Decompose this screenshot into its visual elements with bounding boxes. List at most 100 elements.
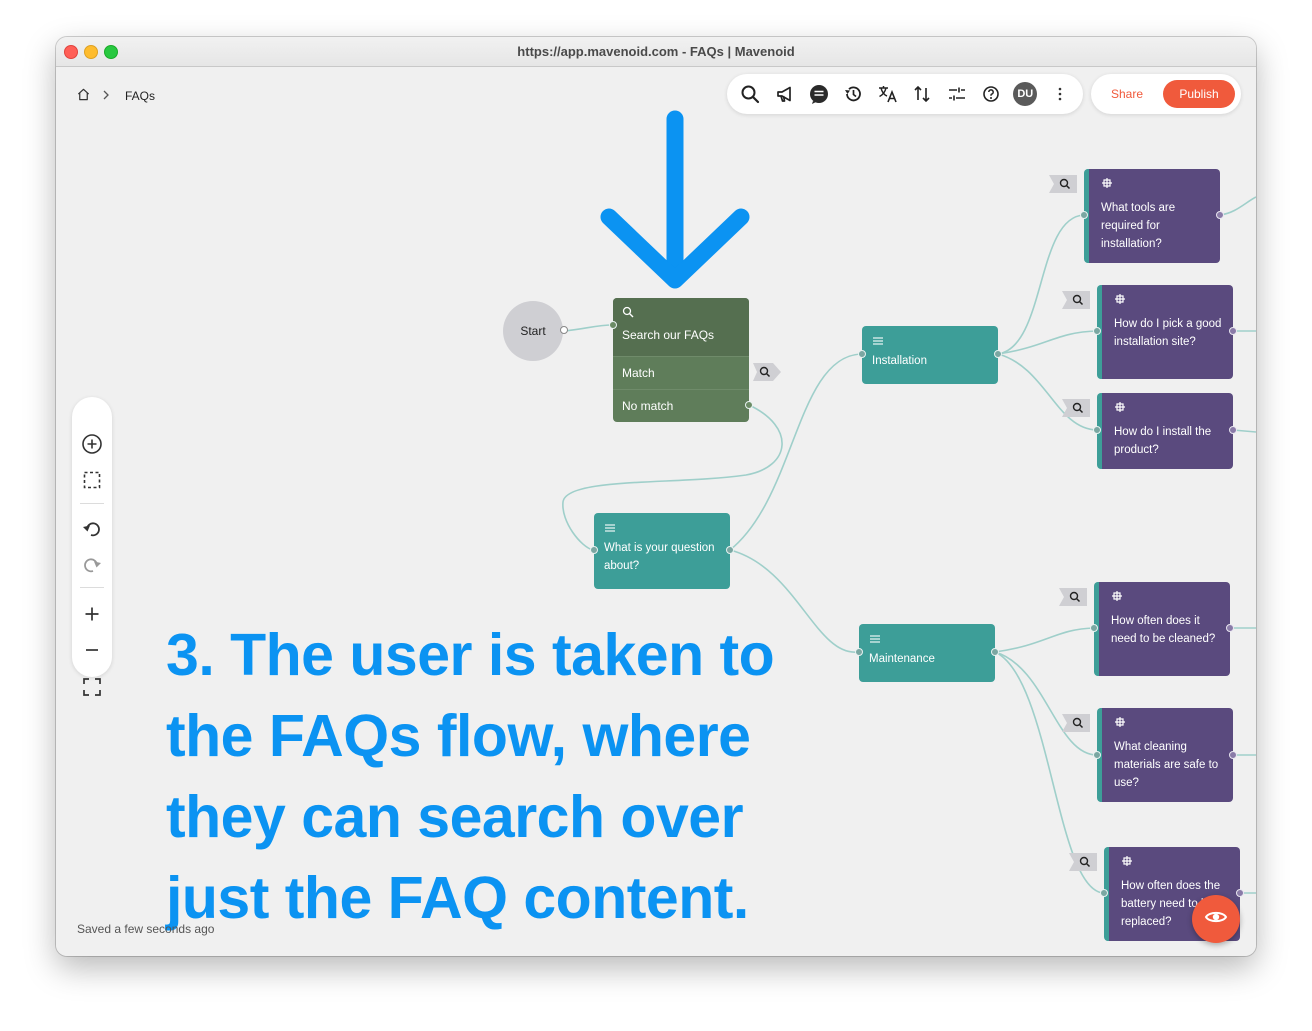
chat-icon[interactable]: [804, 79, 834, 109]
installation-out-port[interactable]: [994, 350, 1002, 358]
title-bar: https://app.mavenoid.com - FAQs | Maveno…: [56, 37, 1256, 67]
article-icon: [1121, 855, 1232, 873]
article-search-tag-icon[interactable]: [1068, 852, 1098, 872]
annotation-arrow-icon: [600, 110, 750, 289]
share-button[interactable]: Share: [1099, 80, 1155, 108]
article-label: What cleaning materials are safe to use?: [1114, 741, 1219, 789]
help-icon[interactable]: [976, 79, 1006, 109]
article-in-port[interactable]: [1093, 426, 1101, 434]
more-options-icon[interactable]: [1045, 79, 1075, 109]
start-node[interactable]: Start: [503, 301, 563, 361]
article-label: How often does it need to be cleaned?: [1111, 615, 1216, 645]
canvas-side-tools: [72, 397, 112, 677]
question-node[interactable]: What is your question about?: [594, 513, 730, 589]
megaphone-icon[interactable]: [770, 79, 800, 109]
article-icon: [1114, 401, 1225, 419]
edge-start-search: [563, 324, 614, 332]
article-label: How do I install the product?: [1114, 426, 1212, 456]
branch-match[interactable]: Match: [613, 356, 749, 389]
search-node-title: Search our FAQs: [622, 328, 715, 342]
search-node-header: Search our FAQs: [613, 298, 749, 356]
article-out-port[interactable]: [1229, 751, 1237, 759]
user-avatar[interactable]: DU: [1010, 79, 1040, 109]
article-node[interactable]: What tools are required for installation…: [1084, 169, 1220, 263]
fit-view-icon[interactable]: [72, 672, 112, 702]
annotation-text: 3. The user is taken to the FAQs flow, w…: [166, 622, 775, 931]
edge-installation-article1: [997, 214, 1085, 355]
article-icon: [1101, 177, 1212, 195]
preview-button[interactable]: [1192, 895, 1240, 943]
chevron-right-icon: [101, 89, 111, 104]
article-search-tag-icon[interactable]: [1058, 587, 1088, 607]
article-in-port[interactable]: [1080, 211, 1088, 219]
translate-icon[interactable]: [873, 79, 903, 109]
category-installation-node[interactable]: Installation: [862, 326, 998, 384]
select-area-icon[interactable]: [72, 465, 112, 495]
edge-installation-article2: [997, 330, 1098, 355]
article-out-port[interactable]: [1229, 327, 1237, 335]
breadcrumb: FAQs: [76, 87, 155, 105]
list-icon: [869, 632, 985, 650]
article-node[interactable]: What cleaning materials are safe to use?: [1097, 708, 1233, 802]
editor-toolbar: DU: [727, 74, 1083, 114]
sliders-icon[interactable]: [942, 79, 972, 109]
installation-in-port[interactable]: [858, 350, 866, 358]
article-search-tag-icon[interactable]: [1048, 174, 1078, 194]
article-out-port[interactable]: [1216, 211, 1224, 219]
maintenance-out-port[interactable]: [991, 648, 999, 656]
eye-icon: [1204, 905, 1228, 934]
article-out-port[interactable]: [1226, 624, 1234, 632]
edge-maintenance-article4: [994, 627, 1095, 653]
article-search-tag-icon[interactable]: [1061, 713, 1091, 733]
article-search-tag-icon[interactable]: [1061, 290, 1091, 310]
article-in-port[interactable]: [1093, 751, 1101, 759]
history-icon[interactable]: [838, 79, 868, 109]
maintenance-in-port[interactable]: [855, 648, 863, 656]
breadcrumb-current[interactable]: FAQs: [125, 89, 155, 103]
category-label: Installation: [872, 355, 927, 367]
sort-icon[interactable]: [907, 79, 937, 109]
match-search-tag-icon[interactable]: [752, 362, 782, 382]
add-node-icon[interactable]: [72, 429, 112, 459]
article-in-port[interactable]: [1093, 327, 1101, 335]
search-input-port[interactable]: [609, 321, 617, 329]
avatar-initials: DU: [1013, 82, 1038, 106]
save-status: Saved a few seconds ago: [77, 922, 215, 936]
article-search-tag-icon[interactable]: [1061, 398, 1091, 418]
edge-installation-article3: [997, 353, 1098, 431]
article-label: What tools are required for installation…: [1101, 202, 1176, 250]
undo-icon[interactable]: [72, 514, 112, 544]
article-in-port[interactable]: [1090, 624, 1098, 632]
start-label: Start: [520, 324, 546, 338]
article-node[interactable]: How do I pick a good installation site?: [1097, 285, 1233, 379]
article-node[interactable]: How do I install the product?: [1097, 393, 1233, 469]
zoom-in-icon[interactable]: [72, 599, 112, 629]
list-icon: [604, 521, 720, 539]
article-node[interactable]: How often does it need to be cleaned?: [1094, 582, 1230, 676]
publish-controls: Share Publish: [1091, 74, 1241, 114]
branch-no-match[interactable]: No match: [613, 389, 749, 422]
edge-maintenance-article5: [994, 651, 1098, 756]
question-out-port[interactable]: [726, 546, 734, 554]
article-label: How do I pick a good installation site?: [1114, 318, 1222, 348]
article-out-port[interactable]: [1229, 426, 1237, 434]
search-faqs-node[interactable]: Search our FAQs Match No match: [613, 298, 749, 422]
redo-icon[interactable]: [72, 550, 112, 580]
no-match-port[interactable]: [745, 401, 753, 409]
edge-question-installation: [729, 353, 862, 551]
flow-canvas[interactable]: FAQs DU Share Publish Start Search our F…: [56, 67, 1256, 956]
article-icon: [1114, 716, 1225, 734]
publish-button[interactable]: Publish: [1163, 80, 1235, 108]
category-label: Maintenance: [869, 653, 935, 665]
list-icon: [872, 334, 988, 352]
edge-article1-out: [1219, 196, 1256, 216]
search-icon[interactable]: [735, 79, 765, 109]
start-port[interactable]: [560, 326, 568, 334]
question-in-port[interactable]: [590, 546, 598, 554]
article-out-port[interactable]: [1236, 889, 1244, 897]
zoom-out-icon[interactable]: [72, 635, 112, 665]
category-maintenance-node[interactable]: Maintenance: [859, 624, 995, 682]
article-icon: [1111, 590, 1222, 608]
home-icon[interactable]: [76, 87, 91, 105]
article-in-port[interactable]: [1100, 889, 1108, 897]
